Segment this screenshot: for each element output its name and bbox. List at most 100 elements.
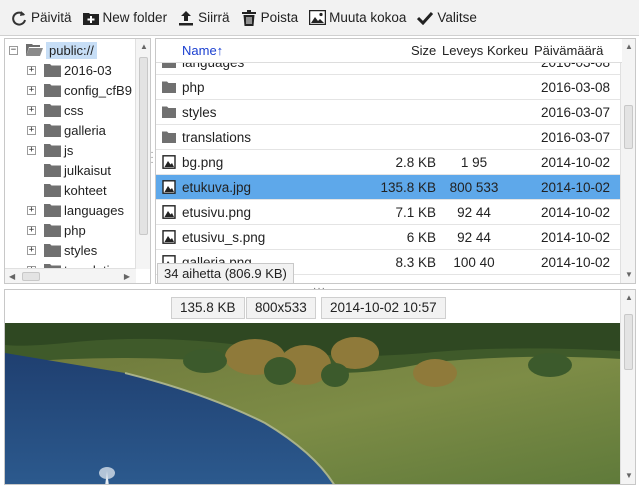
table-row[interactable]: etusivu_s.png 6 KB 92 44 2014-10-02 (156, 225, 622, 250)
tree-item[interactable]: + js (27, 140, 73, 160)
column-size-header[interactable]: Size (411, 43, 436, 58)
tree-vscroll-thumb[interactable] (139, 57, 148, 235)
file-date: 2014-10-02 (540, 205, 610, 220)
tree-item[interactable]: + php (27, 220, 86, 240)
preview-dimensions: 800x533 (246, 297, 316, 319)
folder-icon (162, 131, 176, 143)
expand-icon[interactable]: + (27, 125, 36, 135)
column-date-header[interactable]: Päivämäärä (534, 43, 603, 58)
table-row[interactable]: etusivu.png 7.1 KB 92 44 2014-10-02 (156, 200, 622, 225)
file-dimensions: 92 44 (457, 205, 491, 220)
file-date: 2016-03-08 (540, 80, 610, 95)
file-date: 2014-10-02 (540, 155, 610, 170)
image-preview: 135.8 KB 800x533 2014-10-02 10:57 ▲ ▼ (4, 289, 636, 485)
vertical-splitter[interactable]: · · · (150, 148, 154, 168)
expand-icon[interactable]: + (27, 65, 36, 75)
column-name-header[interactable]: Name↑ (182, 43, 223, 58)
preview-vscroll-thumb[interactable] (624, 314, 633, 370)
table-row[interactable]: php 2016-03-08 (156, 75, 622, 100)
tree-item-label: js (64, 142, 74, 158)
image-file-icon (162, 155, 176, 169)
tree-item-label: css (64, 102, 84, 118)
file-size: 8.3 KB (395, 255, 436, 270)
file-name: bg.png (182, 155, 224, 170)
expand-icon[interactable]: + (27, 145, 36, 155)
folder-icon (44, 84, 61, 97)
folder-icon (44, 184, 61, 197)
file-size: 6 KB (406, 230, 436, 245)
resize-label: Muuta kokoa (329, 10, 407, 25)
file-dimensions: 92 44 (457, 230, 491, 245)
tree-item[interactable]: julkaisut (27, 160, 111, 180)
table-row[interactable]: etukuva.jpg 135.8 KB 800 533 2014-10-02 (156, 175, 622, 200)
scroll-left-arrow-icon[interactable]: ◀ (9, 272, 15, 282)
new-folder-button[interactable]: New folder (78, 4, 174, 32)
tree-item-label: galleria (64, 122, 106, 138)
expand-icon[interactable]: + (27, 105, 36, 115)
folder-icon (44, 144, 61, 157)
tree-item[interactable]: +2016-03 (27, 60, 112, 80)
collapse-icon[interactable]: − (9, 45, 18, 55)
file-date: 2016-03-07 (540, 130, 610, 145)
file-name: etukuva.jpg (182, 180, 252, 195)
file-name: php (182, 80, 205, 95)
scroll-down-arrow-icon[interactable]: ▼ (625, 471, 633, 481)
scroll-up-arrow-icon[interactable]: ▲ (625, 293, 633, 303)
scroll-right-arrow-icon[interactable]: ▶ (124, 272, 130, 282)
new-folder-icon (82, 9, 100, 27)
tree-vertical-scrollbar[interactable]: ▲ (135, 39, 150, 269)
image-file-icon (162, 230, 176, 244)
tree-root[interactable]: − public:// (9, 40, 97, 60)
folder-icon (44, 164, 61, 177)
resize-button[interactable]: Muuta kokoa (304, 4, 412, 32)
list-vscroll-thumb[interactable] (624, 105, 633, 149)
column-width-header[interactable]: Leveys (442, 43, 483, 58)
folder-icon (44, 124, 61, 137)
list-header: Name↑ Size Leveys Korkeu Päivämäärä (156, 39, 622, 63)
select-label: Valitse (437, 10, 477, 25)
image-file-icon (162, 180, 176, 194)
delete-button[interactable]: Poista (236, 4, 305, 32)
lake-landscape-image (5, 323, 621, 484)
tree-item[interactable]: + config_cfB9 (27, 80, 132, 100)
image-icon (308, 9, 326, 27)
file-date: 2014-10-02 (540, 230, 610, 245)
expand-icon[interactable]: + (27, 205, 36, 215)
expand-icon[interactable]: + (27, 225, 36, 235)
table-row[interactable]: styles 2016-03-07 (156, 100, 622, 125)
column-height-header[interactable]: Korkeu (487, 43, 528, 58)
open-folder-icon (26, 44, 43, 56)
tree-item[interactable]: + galleria (27, 120, 106, 140)
folder-icon (44, 244, 61, 257)
expand-icon[interactable]: + (27, 245, 36, 255)
tree-hscroll-thumb[interactable] (22, 272, 40, 281)
tree-horizontal-scrollbar[interactable]: ◀ ▶ (5, 268, 136, 283)
file-size: 7.1 KB (395, 205, 436, 220)
move-button[interactable]: Siirrä (173, 4, 236, 32)
table-row[interactable]: bg.png 2.8 KB 1 95 2014-10-02 (156, 150, 622, 175)
refresh-button[interactable]: Päivitä (6, 4, 78, 32)
file-date: 2014-10-02 (540, 255, 610, 270)
tree-item[interactable]: + styles (27, 240, 97, 260)
tree-item[interactable]: kohteet (27, 180, 107, 200)
scroll-up-arrow-icon[interactable]: ▲ (140, 42, 148, 52)
file-name: etusivu_s.png (182, 230, 266, 245)
file-size: 2.8 KB (395, 155, 436, 170)
tree-item[interactable]: + languages (27, 200, 124, 220)
select-button[interactable]: Valitse (412, 4, 483, 32)
folder-icon (162, 81, 176, 93)
scroll-up-arrow-icon[interactable]: ▲ (625, 42, 633, 52)
table-row[interactable]: translations 2016-03-07 (156, 125, 622, 150)
folder-icon (44, 64, 61, 77)
file-date: 2016-03-07 (540, 105, 610, 120)
file-name: styles (182, 105, 217, 120)
folder-icon (44, 204, 61, 217)
tree-item-label: styles (64, 242, 98, 258)
list-vertical-scrollbar[interactable]: ▲ ▼ (620, 39, 635, 283)
tree-item-label: julkaisut (64, 162, 111, 178)
file-dimensions: 100 40 (453, 255, 495, 270)
expand-icon[interactable]: + (27, 85, 36, 95)
tree-item[interactable]: + css (27, 100, 84, 120)
scroll-down-arrow-icon[interactable]: ▼ (625, 270, 633, 280)
preview-vertical-scrollbar[interactable]: ▲ ▼ (620, 290, 635, 484)
